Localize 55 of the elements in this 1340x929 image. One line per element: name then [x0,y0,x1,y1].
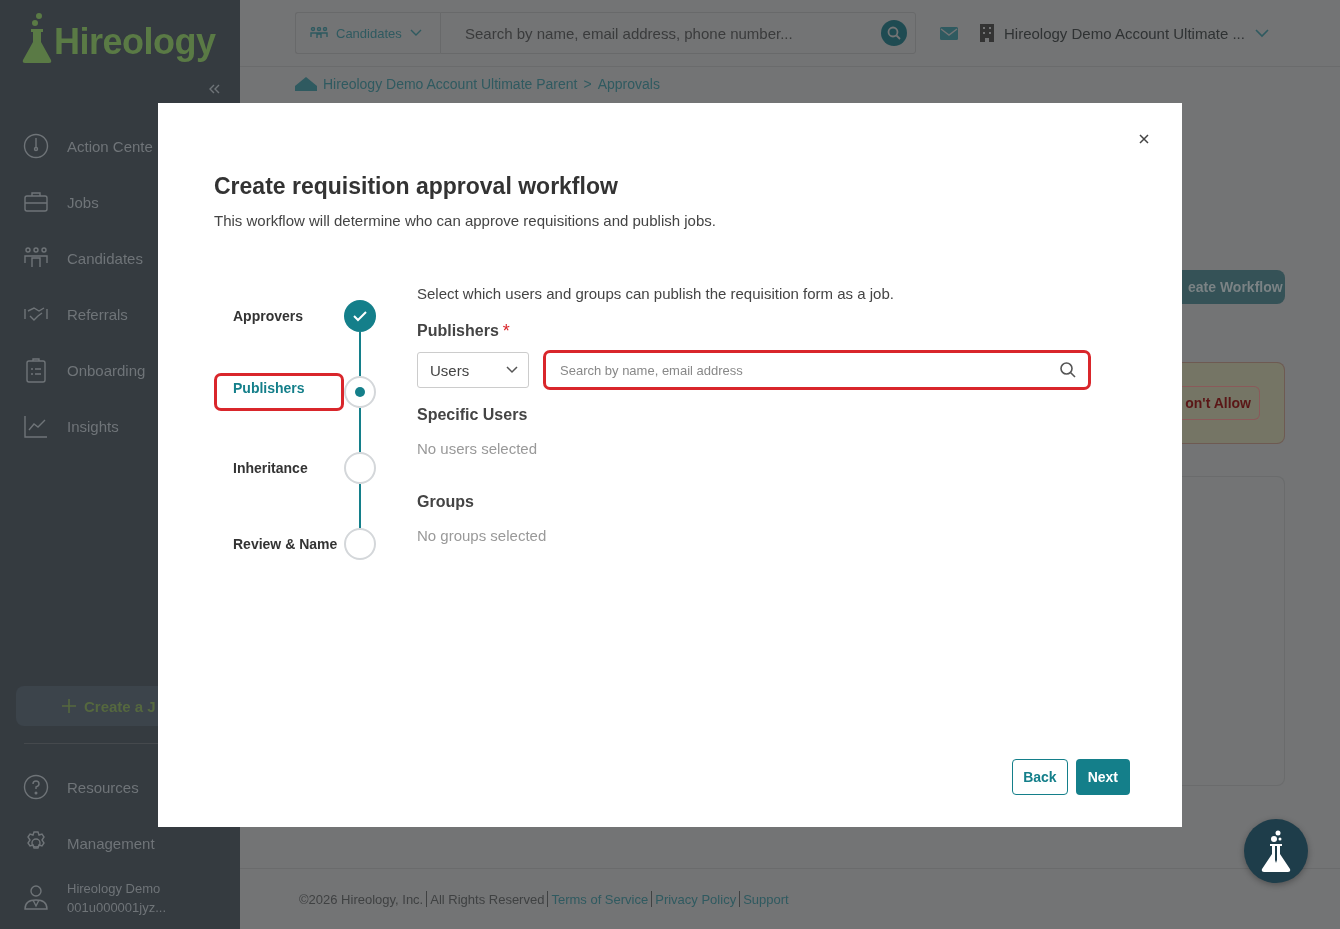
clipboard-icon [23,357,49,383]
step-label[interactable]: Review & Name [214,525,344,563]
chevron-down-icon [1254,28,1269,38]
user-icon [23,885,49,911]
people-icon [310,27,328,39]
user-type-select[interactable]: Users [417,352,529,388]
search-button[interactable] [881,20,907,46]
clock-icon [23,133,49,159]
nav-item[interactable]: Action Cente [0,118,240,174]
scope-dropdown[interactable]: Candidates [295,12,440,54]
global-search-input[interactable]: Search by name, email address, phone number... [441,23,881,43]
home-icon [295,77,317,91]
section-heading: Groups [417,493,475,511]
chevron-down-icon [409,29,422,37]
footer-link[interactable]: Privacy Policy [655,891,737,907]
logo-wordmark[interactable]: Hireology [54,24,216,60]
dialog-subtitle: This workflow will determine who can approve requisitions and publish jobs. [214,212,717,229]
step-label[interactable]: Approvers [214,297,344,335]
chart-icon [23,413,49,439]
global-search-field[interactable]: Search by name, email address, phone number... [440,12,916,54]
user-id: 001u000001jyz... [67,900,167,915]
user-name: Hireology Demo [67,881,162,896]
field-label: Publishers [417,322,499,340]
briefcase-icon [23,189,49,215]
back-button[interactable]: Back [1012,759,1068,795]
breadcrumb-link[interactable]: Hireology Demo Account Ultimate Parent [323,76,578,92]
chevron-down-icon [506,366,518,374]
search-icon [887,26,901,40]
breadcrumb-separator: > [583,76,592,92]
next-button[interactable]: Next [1075,759,1130,795]
required-mark: * [502,322,510,340]
user-search-field[interactable]: Search by name, email address [543,350,1091,390]
empty-state-text: No users selected [417,440,539,457]
help-icon [23,774,49,800]
search-icon [1060,362,1076,378]
nav-item[interactable]: Resources [0,759,240,815]
building-icon [980,24,994,42]
empty-state-text: No groups selected [417,527,548,544]
step-label[interactable]: Publishers [214,373,344,411]
create-workflow-button[interactable]: eate Workflow [1182,270,1285,304]
nav-item[interactable]: Management [0,815,240,871]
flask-icon [1261,829,1291,873]
plus-icon [62,699,76,713]
nav-item[interactable]: Candidates [0,230,240,286]
footer-link[interactable]: Terms of Service [551,891,649,907]
mail-icon[interactable] [940,26,958,40]
dialog-title: Create requisition approval workflow [214,173,619,200]
footer-link[interactable]: Support [743,891,789,907]
section-heading: Specific Users [417,406,529,424]
flask-logo-icon [22,12,52,64]
instruction-text: Select which users and groups can publish the requisition form as a job. [417,285,895,302]
account-switcher[interactable]: Hireology Demo Account Ultimate ... [980,24,1269,42]
breadcrumb-current: Approvals [597,76,660,92]
help-chat-button[interactable] [1244,819,1308,883]
collapse-icon[interactable] [208,84,220,94]
